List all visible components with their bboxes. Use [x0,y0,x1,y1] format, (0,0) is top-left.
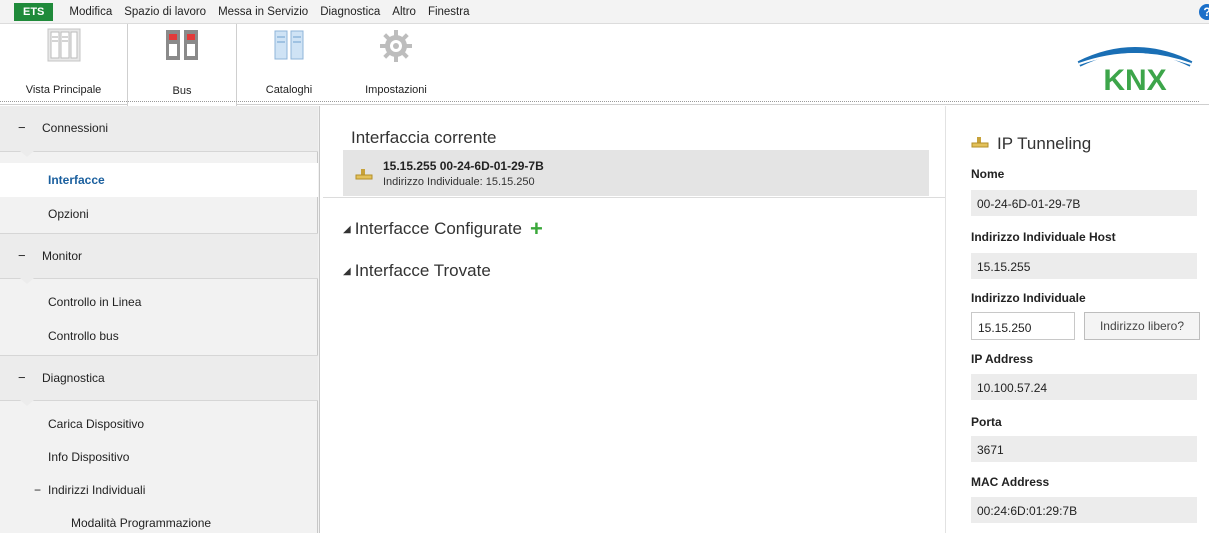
properties-title-text: IP Tunneling [997,134,1092,153]
collapse-icon[interactable]: − [18,120,26,135]
tool-label: Cataloghi [265,84,313,96]
tool-bus[interactable]: Bus [127,24,237,106]
free-address-button[interactable]: Indirizzo libero? [1084,312,1200,340]
sidebar-item-carica-dispositivo[interactable]: Carica Dispositivo [0,407,318,441]
section-diagnostica[interactable]: − Diagnostica [0,355,318,406]
sidebar-item-modalita-programmazione[interactable]: Modalità Programmazione [0,506,318,540]
interface-name: 15.15.255 00-24-6D-01-29-7B [383,159,544,173]
nome-value: 00-24-6D-01-29-7B [971,190,1197,216]
network-plug-icon [971,137,989,148]
sidebar-item-info-dispositivo[interactable]: Info Dispositivo [0,440,318,474]
sidebar-item-label: Info Dispositivo [48,450,130,464]
porta-label: Porta [971,415,1002,429]
network-plug-icon [355,169,373,180]
interface-detail: Indirizzo Individuale: 15.15.250 [383,176,535,188]
mac-address-label: MAC Address [971,475,1050,489]
sidebar: − Connessioni Interfacce Opzioni − Monit… [0,106,320,533]
tool-label: Vista Principale [25,84,102,96]
mac-address-value: 00:24:6D:01:29:7B [971,497,1197,523]
host-address-label: Indirizzo Individuale Host [971,230,1116,244]
ip-address-label: IP Address [971,352,1034,366]
sidebar-item-label: Indirizzi Individuali [48,483,146,497]
gear-icon [380,30,412,62]
sidebar-item-label: Carica Dispositivo [48,417,145,431]
sidebar-item-label: Opzioni [48,207,89,221]
menu-messa-in-servizio[interactable]: Messa in Servizio [212,0,314,24]
sidebar-item-controllo-in-linea[interactable]: Controllo in Linea [0,285,318,319]
catalog-icon [274,30,304,60]
bus-icon [166,30,198,60]
menu-modifica[interactable]: Modifica [63,0,118,24]
tool-label: Bus [172,85,192,97]
expand-triangle-icon[interactable]: ◢ [343,224,351,235]
sidebar-item-label: Modalità Programmazione [71,516,212,530]
ets-menu[interactable]: ETS [14,2,54,21]
divider [323,197,945,198]
individual-address-input[interactable]: 15.15.250 [971,312,1075,340]
sidebar-item-interfacce[interactable]: Interfacce [0,163,318,197]
individual-address-label: Indirizzo Individuale [971,291,1086,305]
menu-spazio-di-lavoro[interactable]: Spazio di lavoro [118,0,212,24]
section-connessioni[interactable]: − Connessioni [0,106,318,157]
collapse-icon[interactable]: − [18,370,26,385]
collapse-icon[interactable]: − [18,248,26,263]
menu-finestra[interactable]: Finestra [422,0,476,24]
section-label: Diagnostica [42,371,105,385]
add-icon[interactable]: + [530,216,543,241]
sidebar-item-opzioni[interactable]: Opzioni [0,197,318,231]
properties-title: IP Tunneling [971,134,1091,154]
porta-value: 3671 [971,436,1197,462]
tool-vista-principale[interactable]: Vista Principale [0,24,127,105]
toolbar-divider [0,101,1199,102]
section-label: Connessioni [42,121,109,135]
ip-address-value: 10.100.57.24 [971,374,1197,400]
section-notch [20,400,34,406]
sidebar-item-indirizzi-individuali[interactable]: − Indirizzi Individuali [0,473,318,507]
tool-impostazioni[interactable]: Impostazioni [341,24,451,105]
nome-label: Nome [971,167,1005,181]
menu-bar: ETS Modifica Spazio di lavoro Messa in S… [0,0,1209,24]
sidebar-item-label: Interfacce [48,173,105,187]
knx-logo: KNX [1077,47,1193,94]
expand-triangle-icon[interactable]: ◢ [343,266,351,277]
section-notch [20,151,34,157]
current-interface-row[interactable]: 15.15.255 00-24-6D-01-29-7B Indirizzo In… [343,150,929,196]
found-interfaces-group[interactable]: ◢ Interfacce Trovate [343,261,491,281]
section-notch [20,278,34,284]
sidebar-item-label: Controllo bus [48,329,119,343]
knx-logo-text: KNX [1103,64,1166,94]
sidebar-item-label: Controllo in Linea [48,295,142,309]
group-label: Interfacce Configurate [354,219,522,238]
tool-label: Impostazioni [365,84,427,96]
interfaces-pane: Interfaccia corrente 15.15.255 00-24-6D-… [323,106,945,533]
menu-altro[interactable]: Altro [386,0,422,24]
current-interface-title: Interfaccia corrente [351,128,497,147]
configured-interfaces-group[interactable]: ◢ Interfacce Configurate + [343,214,543,241]
collapse-icon[interactable]: − [34,483,41,497]
panels-icon [47,28,80,62]
section-label: Monitor [42,249,83,263]
properties-pane: IP Tunneling Nome 00-24-6D-01-29-7B Indi… [945,106,1209,533]
section-monitor[interactable]: − Monitor [0,233,318,284]
menu-diagnostica[interactable]: Diagnostica [314,0,386,24]
group-label: Interfacce Trovate [354,261,491,280]
toolbar: Vista Principale Bus Cataloghi Impostazi… [0,24,1209,106]
help-icon[interactable]: ? [1199,4,1209,20]
host-address-value: 15.15.255 [971,253,1197,279]
tool-cataloghi[interactable]: Cataloghi [237,24,341,105]
sidebar-item-controllo-bus[interactable]: Controllo bus [0,319,318,353]
